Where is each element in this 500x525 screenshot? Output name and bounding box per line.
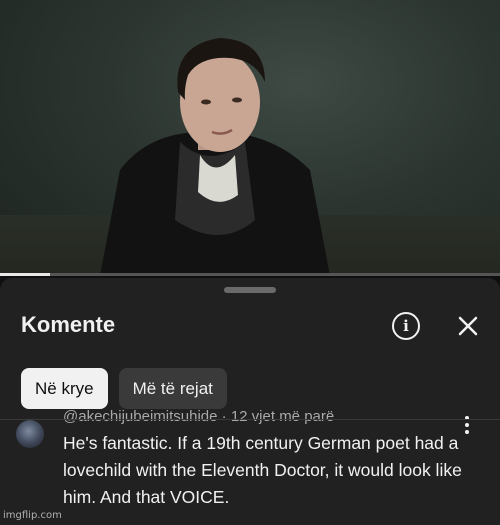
comments-sheet: Komente i Në krye Më të rejat @akechijub… xyxy=(0,278,500,525)
watermark: imgflip.com xyxy=(3,510,62,521)
comments-title: Komente xyxy=(21,312,116,337)
comment-time: 12 vjet më parë xyxy=(230,408,335,425)
comment-author[interactable]: @akechijubeimitsuhide xyxy=(63,408,217,425)
meta-separator: · xyxy=(217,408,231,425)
comment-item: @akechijubeimitsuhide · 12 vjet më parë … xyxy=(0,408,500,525)
video-progress-bar[interactable] xyxy=(0,273,500,276)
comment-meta: @akechijubeimitsuhide · 12 vjet më parë xyxy=(63,408,334,425)
close-icon[interactable] xyxy=(456,314,480,338)
chip-newest[interactable]: Më të rejat xyxy=(118,368,227,409)
video-player[interactable] xyxy=(0,0,500,276)
video-frame-person xyxy=(100,38,330,276)
chip-top[interactable]: Në krye xyxy=(21,368,108,409)
avatar[interactable] xyxy=(16,420,44,448)
drag-handle[interactable] xyxy=(224,287,276,293)
comment-text: He's fantastic. If a 19th century German… xyxy=(63,433,462,507)
header-divider xyxy=(0,419,500,420)
sort-chips: Në krye Më të rejat xyxy=(21,368,227,409)
video-progress-fill xyxy=(0,273,50,276)
info-icon[interactable]: i xyxy=(392,312,420,340)
